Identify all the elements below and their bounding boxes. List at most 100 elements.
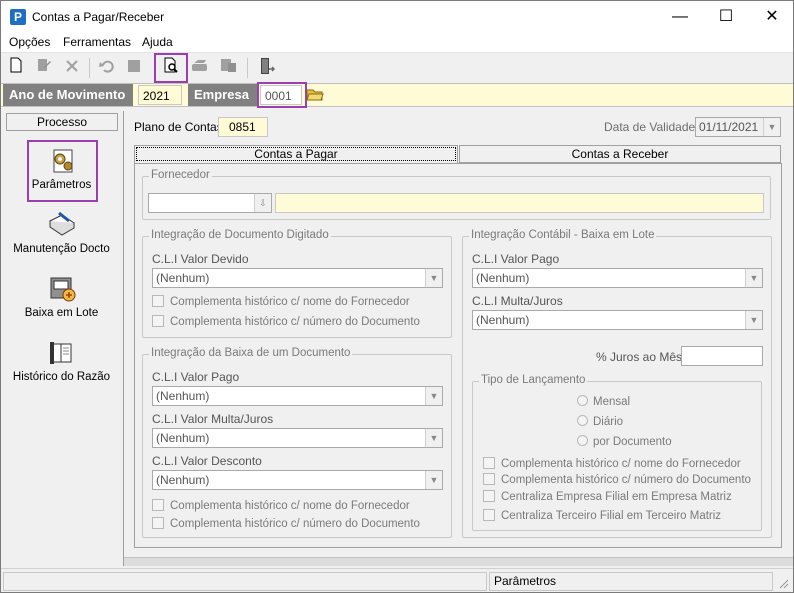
- chevron-down-icon[interactable]: ▼: [745, 311, 762, 329]
- radio-button[interactable]: [577, 435, 588, 446]
- sidebar-item-manutencao[interactable]: Manutenção Docto: [3, 211, 120, 255]
- checkbox[interactable]: [483, 457, 495, 469]
- tipo-chk-documento[interactable]: Complementa histórico c/ número do Docum…: [483, 473, 751, 486]
- sidebar-item-historico[interactable]: Histórico do Razão: [3, 339, 120, 383]
- chevron-down-icon[interactable]: ▼: [425, 429, 442, 447]
- data-validade-combo[interactable]: 01/11/2021 ▼: [695, 117, 781, 137]
- sidebar-item-label: Histórico do Razão: [12, 371, 111, 383]
- menu-opcoes[interactable]: Opções: [9, 35, 50, 49]
- checkbox[interactable]: [483, 490, 495, 502]
- app-icon: P: [10, 9, 26, 25]
- radio-button[interactable]: [577, 395, 588, 406]
- checkbox-label: Complementa histórico c/ nome do Fornece…: [170, 500, 410, 512]
- stop-icon[interactable]: [123, 57, 145, 79]
- lote-multa-combo[interactable]: (Nenhum) ▼: [472, 310, 763, 330]
- sidebar-item-label: Manutenção Docto: [13, 243, 110, 255]
- checkbox-label: Complementa histórico c/ nome do Fornece…: [170, 296, 410, 308]
- baixa-multa-combo[interactable]: (Nenhum) ▼: [152, 428, 443, 448]
- exit-door-icon[interactable]: [256, 57, 278, 79]
- tipo-chk-centraliza-empresa[interactable]: Centraliza Empresa Filial em Empresa Mat…: [483, 490, 732, 503]
- checkbox[interactable]: [483, 509, 495, 521]
- checkbox[interactable]: [152, 295, 164, 307]
- checkbox[interactable]: [483, 473, 495, 485]
- checkbox[interactable]: [152, 315, 164, 327]
- lote-multa-label: C.L.I Multa/Juros: [472, 294, 563, 308]
- checkbox-label: Complementa histórico c/ número do Docum…: [170, 518, 420, 530]
- checkbox[interactable]: [152, 517, 164, 529]
- print-icon[interactable]: [189, 57, 211, 79]
- menu-ajuda[interactable]: Ajuda: [142, 35, 173, 49]
- tipo-chk-centraliza-terceiro[interactable]: Centraliza Terceiro Filial em Terceiro M…: [483, 509, 721, 522]
- export-icon[interactable]: [217, 57, 239, 79]
- window-title: Contas a Pagar/Receber: [32, 10, 165, 24]
- chevron-down-icon[interactable]: ▼: [425, 269, 442, 287]
- edit-icon[interactable]: [33, 57, 55, 79]
- delete-icon[interactable]: [61, 57, 83, 79]
- title-bar: P Contas a Pagar/Receber — ☐ ✕: [1, 1, 793, 32]
- minimize-button[interactable]: —: [657, 1, 703, 32]
- maximize-button[interactable]: ☐: [703, 1, 749, 32]
- fornecedor-group-title: Fornecedor: [149, 169, 212, 181]
- parametros-highlight: [27, 140, 98, 202]
- lote-group-title: Integração Contábil - Baixa em Lote: [469, 229, 657, 241]
- toolbar: [1, 52, 793, 83]
- resize-grip-icon[interactable]: [777, 577, 789, 589]
- integ-doc-cli-combo[interactable]: (Nenhum) ▼: [152, 268, 443, 288]
- lote-pago-label: C.L.I Valor Pago: [472, 252, 560, 266]
- baixa-chk-fornecedor[interactable]: Complementa histórico c/ nome do Fornece…: [152, 499, 410, 512]
- context-bar: Ano de Movimento 2021 Empresa 0001: [1, 82, 793, 108]
- integ-doc-group: Integração de Documento Digitado C.L.I V…: [142, 229, 452, 338]
- integ-doc-group-title: Integração de Documento Digitado: [149, 229, 331, 241]
- download-arrow-icon[interactable]: ⇩: [254, 194, 271, 212]
- checkbox[interactable]: [152, 499, 164, 511]
- status-text: Parâmetros: [489, 572, 773, 591]
- horizontal-scrollbar[interactable]: [124, 557, 793, 566]
- radio-por-documento[interactable]: por Documento: [577, 435, 672, 448]
- data-validade-value: 01/11/2021: [699, 120, 759, 134]
- integ-doc-cli-value: (Nenhum): [156, 271, 210, 285]
- new-document-icon[interactable]: [5, 57, 27, 79]
- tab-contas-pagar[interactable]: Contas a Pagar: [134, 145, 458, 163]
- tipo-chk-fornecedor[interactable]: Complementa histórico c/ nome do Fornece…: [483, 457, 741, 470]
- plano-contas-label: Plano de Contas: [134, 120, 223, 134]
- baixa-desc-combo[interactable]: (Nenhum) ▼: [152, 470, 443, 490]
- toolbar-separator: [247, 58, 248, 78]
- baixa-pago-combo[interactable]: (Nenhum) ▼: [152, 386, 443, 406]
- lote-pago-value: (Nenhum): [476, 271, 530, 285]
- open-folder-icon[interactable]: [306, 85, 324, 105]
- radio-diario[interactable]: Diário: [577, 415, 623, 428]
- radio-label: Mensal: [593, 396, 631, 408]
- baixa-chk-documento[interactable]: Complementa histórico c/ número do Docum…: [152, 517, 420, 530]
- radio-mensal[interactable]: Mensal: [577, 395, 630, 408]
- chevron-down-icon[interactable]: ▼: [425, 471, 442, 489]
- baixa-multa-value: (Nenhum): [156, 431, 210, 445]
- process-sidebar: Processo Parâmetros Manutenção Docto Bai…: [3, 111, 120, 566]
- plano-contas-field[interactable]: 0851: [218, 117, 268, 137]
- fornecedor-name-field[interactable]: [275, 193, 764, 213]
- radio-button[interactable]: [577, 415, 588, 426]
- lote-pago-combo[interactable]: (Nenhum) ▼: [472, 268, 763, 288]
- chevron-down-icon[interactable]: ▼: [745, 269, 762, 287]
- lote-group: Integração Contábil - Baixa em Lote C.L.…: [462, 229, 772, 538]
- close-button[interactable]: ✕: [749, 1, 793, 32]
- batch-writeoff-icon: [50, 277, 75, 302]
- radio-label: por Documento: [593, 436, 672, 448]
- checkbox-label: Complementa histórico c/ número do Docum…: [501, 474, 751, 486]
- print-preview-highlight: [154, 53, 188, 83]
- menu-bar: Opções Ferramentas Ajuda: [1, 32, 793, 52]
- integ-doc-chk-fornecedor[interactable]: Complementa histórico c/ nome do Fornece…: [152, 295, 410, 308]
- integ-doc-chk-documento[interactable]: Complementa histórico c/ número do Docum…: [152, 315, 420, 328]
- main-content: Plano de Contas 0851 Data de Validade 01…: [123, 111, 793, 566]
- baixa-pago-value: (Nenhum): [156, 389, 210, 403]
- menu-ferramentas[interactable]: Ferramentas: [63, 35, 131, 49]
- radio-label: Diário: [593, 416, 624, 428]
- sidebar-item-baixa-lote[interactable]: Baixa em Lote: [3, 275, 120, 319]
- chevron-down-icon[interactable]: ▼: [425, 387, 442, 405]
- chevron-down-icon[interactable]: ▼: [763, 118, 780, 136]
- checkbox-label: Centraliza Empresa Filial em Empresa Mat…: [501, 491, 732, 503]
- fornecedor-code-combo[interactable]: ⇩: [148, 193, 272, 213]
- tab-contas-receber[interactable]: Contas a Receber: [459, 145, 781, 163]
- ano-movimento-field[interactable]: 2021: [138, 85, 182, 105]
- undo-icon[interactable]: [96, 57, 118, 79]
- juros-mes-field[interactable]: [681, 346, 763, 366]
